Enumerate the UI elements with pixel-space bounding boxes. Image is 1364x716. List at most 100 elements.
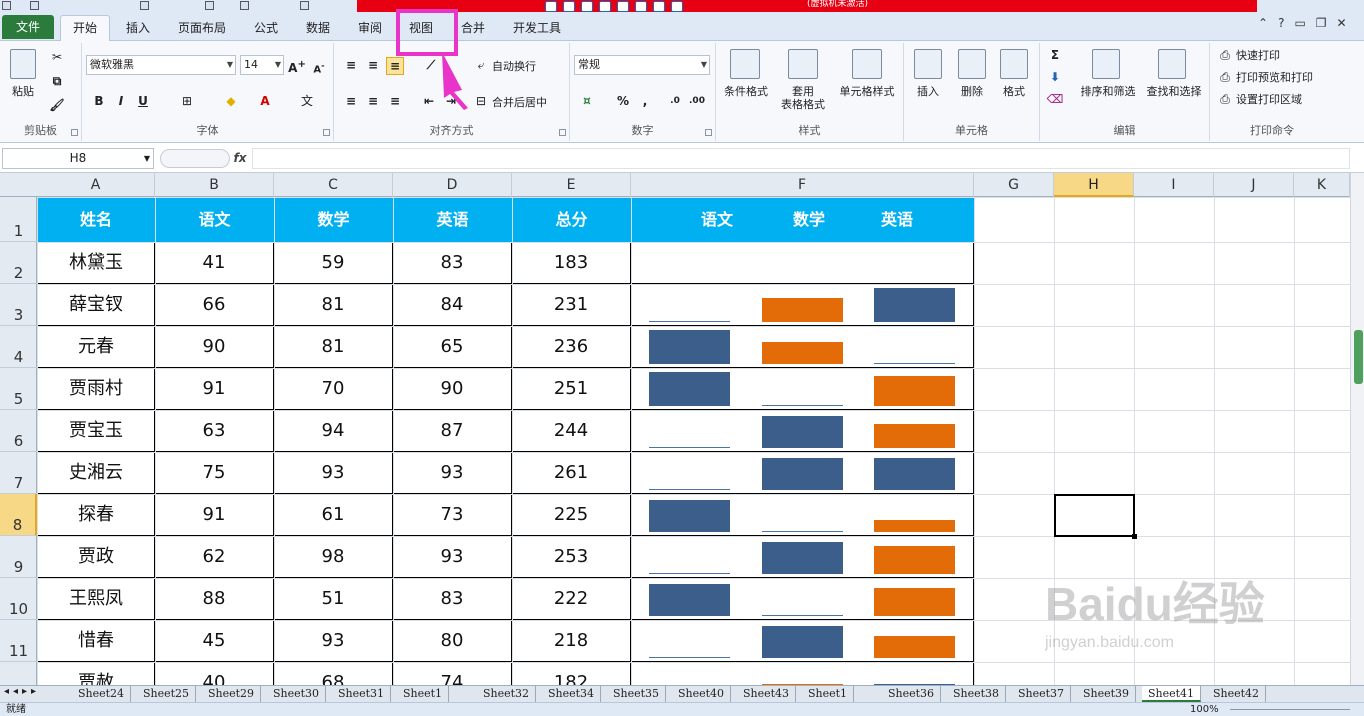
table-cell[interactable]: 222: [512, 578, 631, 620]
bar-cell[interactable]: [631, 242, 974, 284]
sheet-tab[interactable]: Sheet40: [672, 686, 732, 702]
table-cell[interactable]: 251: [512, 368, 631, 410]
font-color-icon[interactable]: A: [256, 93, 274, 111]
tab-file[interactable]: 文件: [2, 15, 54, 39]
vertical-scrollbar[interactable]: [1350, 173, 1364, 685]
table-cell[interactable]: 贾政: [37, 536, 155, 578]
ime-tools-icon[interactable]: [671, 0, 683, 12]
sort-filter-button[interactable]: 排序和筛选: [1076, 85, 1140, 98]
table-cell[interactable]: 62: [155, 536, 274, 578]
table-cell[interactable]: 51: [274, 578, 393, 620]
clipboard-launcher-icon[interactable]: [71, 129, 78, 136]
table-cell[interactable]: 59: [274, 242, 393, 284]
column-header-j[interactable]: J: [1214, 173, 1294, 197]
table-cell[interactable]: 91: [155, 494, 274, 536]
table-cell[interactable]: 65: [393, 326, 512, 368]
sheet-tab[interactable]: Sheet30: [267, 686, 327, 702]
row-header-7[interactable]: 7: [0, 452, 37, 494]
table-cell[interactable]: 91: [155, 368, 274, 410]
ime-punct-icon[interactable]: [581, 0, 593, 12]
sheet-tab[interactable]: Sheet25: [137, 686, 197, 702]
table-cell[interactable]: 68: [274, 662, 393, 685]
table-cell[interactable]: 98: [274, 536, 393, 578]
bar-cell[interactable]: [631, 494, 974, 536]
sheet-tab[interactable]: Sheet39: [1077, 686, 1137, 702]
quick-print-button[interactable]: 快速打印: [1236, 49, 1326, 62]
tab-merge[interactable]: 合并: [453, 17, 493, 41]
cut-icon[interactable]: ✂: [48, 49, 66, 67]
sheet-tab[interactable]: Sheet43: [737, 686, 797, 702]
table-cell[interactable]: 84: [393, 284, 512, 326]
ime-logo-icon[interactable]: [545, 0, 557, 12]
table-cell[interactable]: 探春: [37, 494, 155, 536]
selected-cell-h8[interactable]: [1054, 494, 1137, 539]
align-right-icon[interactable]: ≡: [386, 93, 404, 111]
table-cell[interactable]: 63: [155, 410, 274, 452]
column-header-f[interactable]: F: [631, 173, 974, 197]
minimize-icon[interactable]: ▭: [1294, 16, 1305, 36]
align-middle-icon[interactable]: ≡: [364, 57, 382, 75]
comma-button[interactable]: ,: [636, 93, 654, 111]
decrease-indent-icon[interactable]: ⇤: [420, 93, 438, 111]
italic-icon[interactable]: I: [112, 93, 130, 111]
name-box[interactable]: H8 ▼: [2, 148, 154, 169]
column-header-d[interactable]: D: [393, 173, 512, 197]
header-cell[interactable]: 姓名: [37, 197, 155, 242]
autosum-icon[interactable]: Σ: [1046, 47, 1064, 65]
print-area-button[interactable]: 设置打印区域: [1236, 93, 1326, 106]
insert-cells-button[interactable]: 插入: [910, 85, 946, 98]
clear-icon[interactable]: ⌫: [1046, 91, 1064, 109]
zoom-slider[interactable]: [1230, 709, 1350, 710]
phonetic-icon[interactable]: 文: [298, 93, 316, 111]
close-icon[interactable]: ✕: [1337, 16, 1347, 36]
table-cell[interactable]: 244: [512, 410, 631, 452]
paste-button[interactable]: 粘贴: [6, 85, 40, 98]
table-cell[interactable]: 贾雨村: [37, 368, 155, 410]
bar-cell[interactable]: [631, 452, 974, 494]
table-cell[interactable]: 80: [393, 620, 512, 662]
table-cell[interactable]: 林黛玉: [37, 242, 155, 284]
header-cell[interactable]: 语文: [155, 197, 274, 242]
sheet-tab[interactable]: Sheet29: [202, 686, 262, 702]
underline-icon[interactable]: U: [134, 93, 152, 111]
sheet-tab[interactable]: Sheet42: [1207, 686, 1267, 702]
conditional-format-button[interactable]: 条件格式: [720, 85, 772, 98]
sheet-nav-arrows[interactable]: ◂◂▸▸: [4, 686, 40, 697]
ime-mode-icon[interactable]: [563, 0, 575, 12]
sheet-tab[interactable]: Sheet1 (8): [802, 686, 855, 715]
format-painter-icon[interactable]: 🖌: [48, 97, 66, 115]
bar-cell[interactable]: [631, 368, 974, 410]
table-cell[interactable]: 183: [512, 242, 631, 284]
table-cell[interactable]: 王熙凤: [37, 578, 155, 620]
save-icon[interactable]: [30, 1, 39, 10]
font-launcher-icon[interactable]: [323, 129, 330, 136]
table-cell[interactable]: 83: [393, 578, 512, 620]
sheet-tab[interactable]: Sheet38: [947, 686, 1007, 702]
row-header-6[interactable]: 6: [0, 410, 37, 452]
bar-cell[interactable]: [631, 410, 974, 452]
ribbon-minimize-icon[interactable]: ⌃: [1258, 16, 1268, 36]
sheet-tab[interactable]: Sheet32: [477, 686, 537, 702]
row-header-10[interactable]: 10: [0, 578, 37, 620]
find-select-button[interactable]: 查找和选择: [1142, 85, 1206, 98]
bar-cell[interactable]: [631, 536, 974, 578]
sheet-tab[interactable]: Sheet24: [72, 686, 132, 702]
sheet-tab[interactable]: Sheet37: [1012, 686, 1072, 702]
table-cell[interactable]: 93: [274, 452, 393, 494]
table-cell[interactable]: 83: [393, 242, 512, 284]
header-cell[interactable]: 英语: [393, 197, 512, 242]
header-cell[interactable]: 总分: [512, 197, 631, 242]
ime-emoji-icon[interactable]: [599, 0, 611, 12]
function-icon[interactable]: [205, 1, 214, 10]
row-header-5[interactable]: 5: [0, 368, 37, 410]
table-cell[interactable]: 90: [155, 326, 274, 368]
wrap-text-button[interactable]: 自动换行: [492, 60, 552, 73]
bar-cell[interactable]: [631, 284, 974, 326]
tab-page-layout[interactable]: 页面布局: [170, 17, 234, 41]
table-cell[interactable]: 74: [393, 662, 512, 685]
wrap-text-icon[interactable]: ⤶: [472, 57, 490, 75]
column-header-h[interactable]: H: [1054, 173, 1134, 197]
bar-header-cell[interactable]: 语文 数学 英语: [631, 197, 974, 242]
format-as-table-button[interactable]: 套用 表格格式: [776, 85, 830, 111]
table-cell[interactable]: 182: [512, 662, 631, 685]
